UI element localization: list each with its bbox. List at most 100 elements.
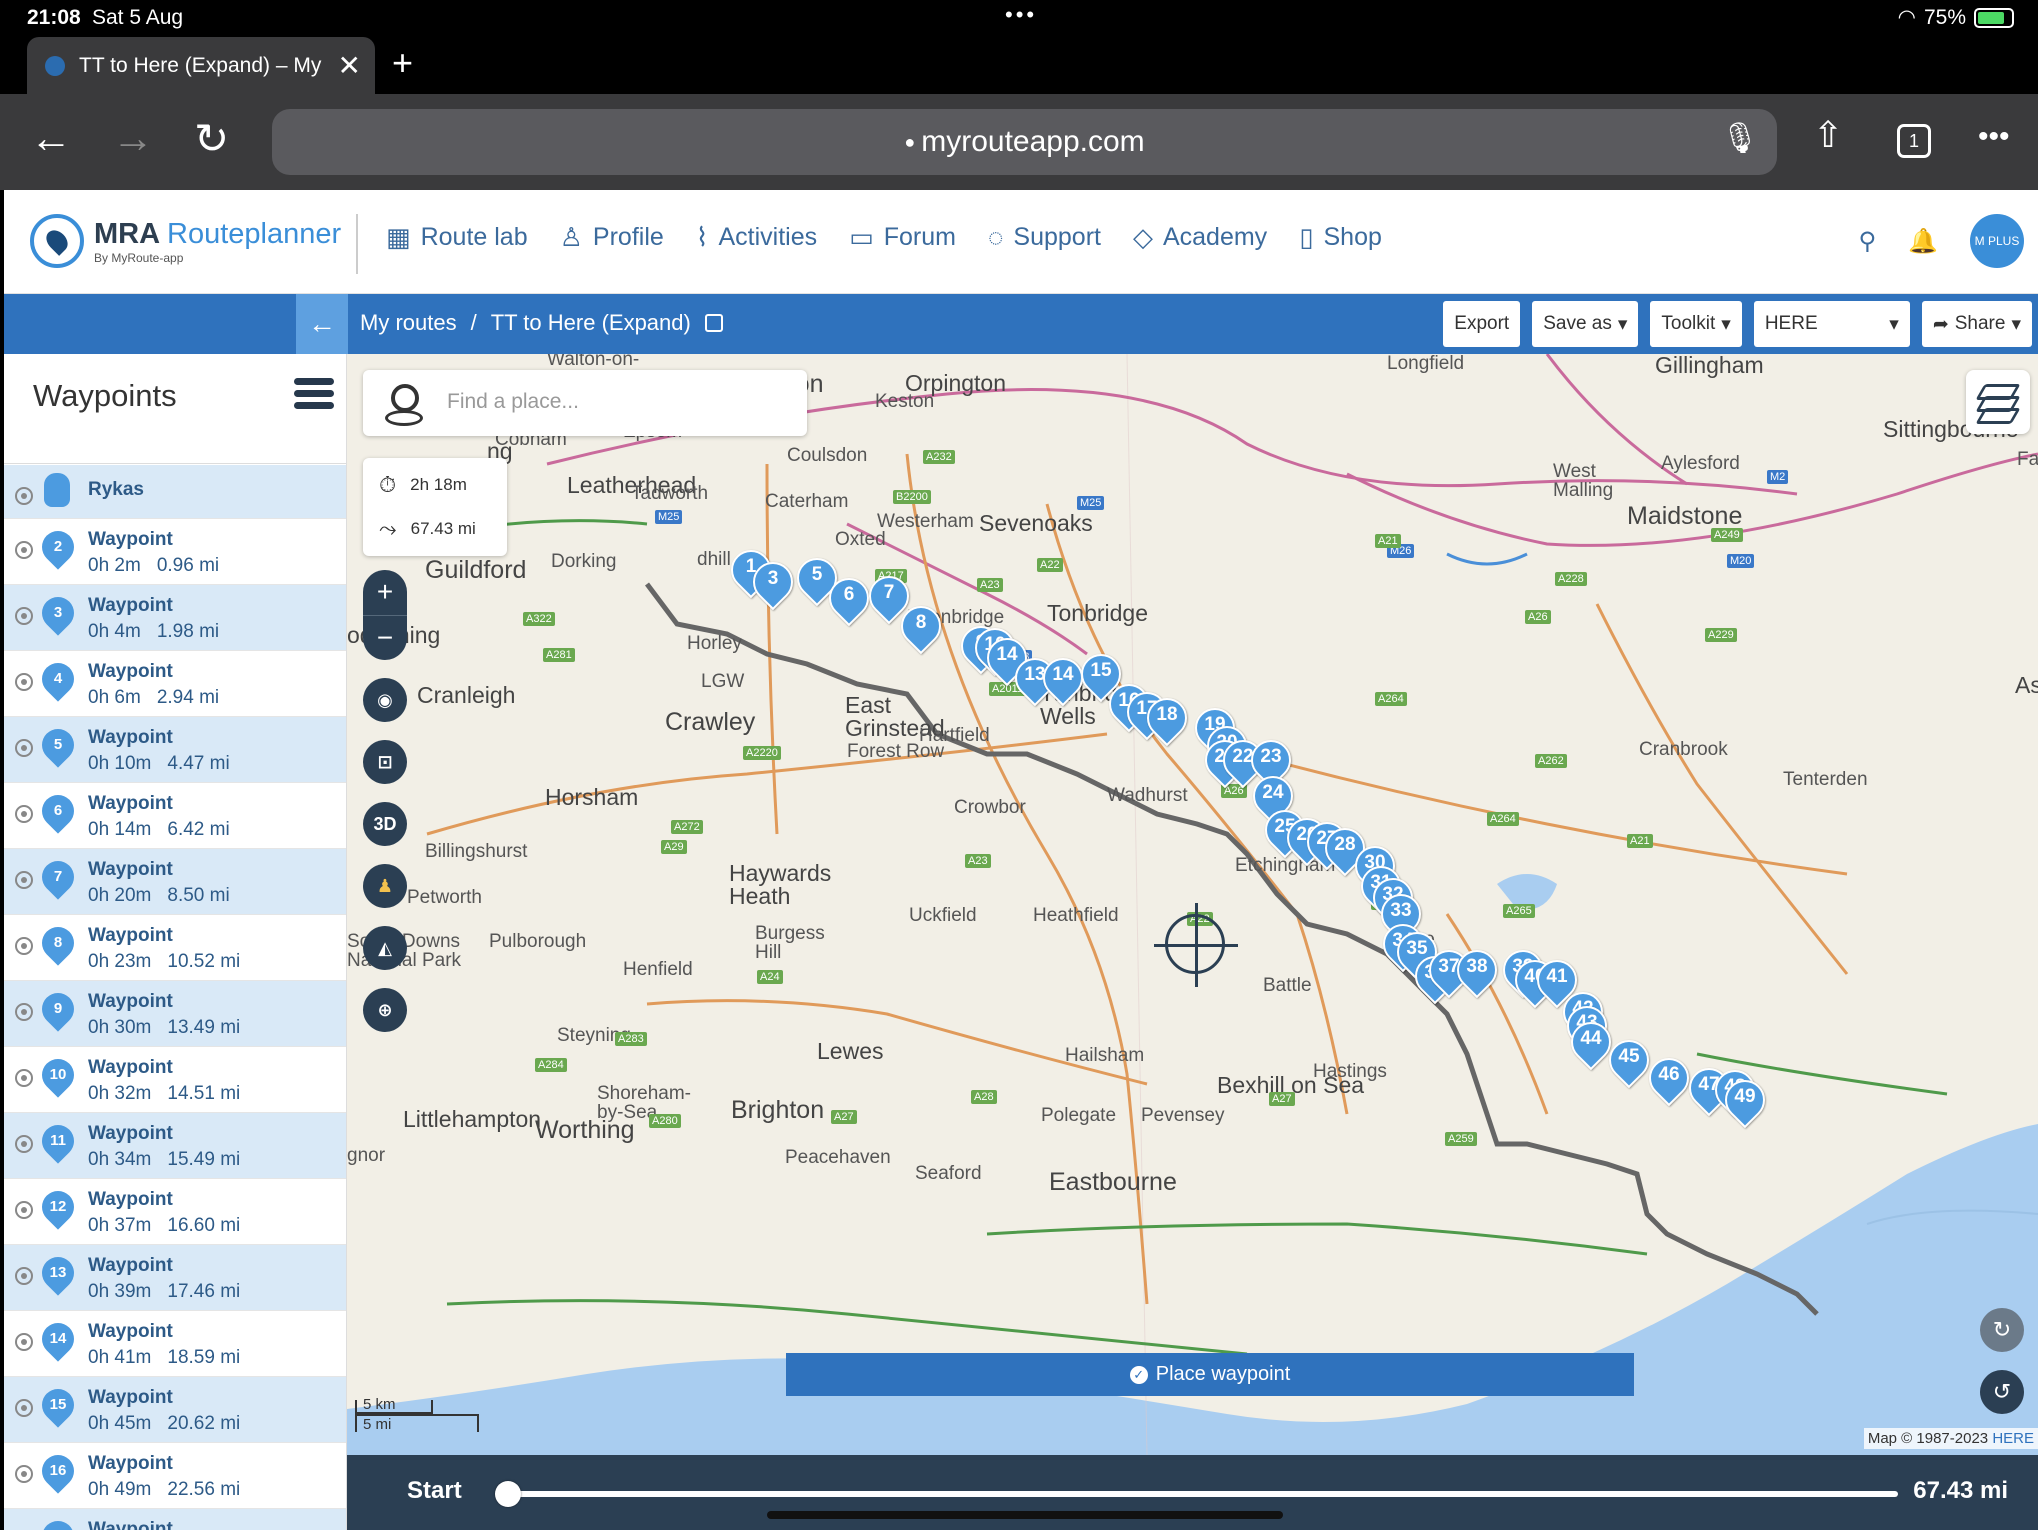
- back-arrow-icon[interactable]: ←: [30, 114, 72, 162]
- new-tab-button[interactable]: +: [392, 42, 413, 84]
- waypoint-row-start[interactable]: Rykas: [4, 465, 346, 519]
- route-waypoint-pin[interactable]: 14: [1034, 649, 1092, 707]
- drag-handle-icon[interactable]: [15, 487, 33, 505]
- forward-arrow-icon[interactable]: →: [112, 114, 154, 162]
- drag-handle-icon[interactable]: [15, 1333, 33, 1351]
- menu-icon[interactable]: [294, 378, 334, 414]
- reset-rotation-button[interactable]: ↺: [1980, 1370, 2024, 1414]
- nav-activities[interactable]: ⌇ Activities: [696, 222, 817, 253]
- waypoint-row[interactable]: 11 Waypoint 0h 34m 15.49 mi: [4, 1113, 346, 1179]
- waypoint-row[interactable]: 17 Waypoint: [4, 1509, 346, 1530]
- drag-handle-icon[interactable]: [15, 1465, 33, 1483]
- close-tab-icon[interactable]: ✕: [338, 49, 361, 82]
- route-waypoint-pin[interactable]: 49: [1716, 1071, 1774, 1129]
- copyright-brand[interactable]: HERE: [1992, 1430, 2034, 1447]
- waypoint-row[interactable]: 6 Waypoint 0h 14m 6.42 mi: [4, 783, 346, 849]
- find-place-input[interactable]: Find a place...: [447, 390, 579, 414]
- nav-profile[interactable]: ♙ Profile: [560, 222, 664, 253]
- drag-handle-icon[interactable]: [15, 937, 33, 955]
- elevation-button[interactable]: ◭: [363, 926, 407, 970]
- breadcrumb-my-routes[interactable]: My routes: [360, 310, 457, 336]
- waypoint-row[interactable]: 13 Waypoint 0h 39m 17.46 mi: [4, 1245, 346, 1311]
- route-waypoint-pin[interactable]: 8: [892, 597, 950, 655]
- route-waypoint-pin[interactable]: 23: [1242, 731, 1300, 789]
- street-view-button[interactable]: ♟: [363, 864, 407, 908]
- microphone-icon[interactable]: 🎙: [1721, 121, 1759, 156]
- waypoint-row[interactable]: 7 Waypoint 0h 20m 8.50 mi: [4, 849, 346, 915]
- 3d-button[interactable]: 3D: [363, 802, 407, 846]
- share-icon[interactable]: ⇧: [1813, 114, 1843, 156]
- search-icon[interactable]: ⚲: [1859, 227, 1877, 256]
- map-canvas[interactable]: Walton-on-CroydonOrpingtonSuttonKestonEp…: [347, 354, 2038, 1455]
- layers-button[interactable]: [1966, 370, 2030, 434]
- route-waypoint-pin[interactable]: 18: [1138, 689, 1196, 747]
- nav-academy[interactable]: ◇ Academy: [1133, 222, 1267, 253]
- waypoint-meta: 0h 10m 4.47 mi: [88, 753, 230, 775]
- bell-icon[interactable]: 🔔: [1908, 227, 1938, 256]
- drag-handle-icon[interactable]: [15, 1267, 33, 1285]
- drag-handle-icon[interactable]: [15, 871, 33, 889]
- drag-handle-icon[interactable]: [15, 739, 33, 757]
- zoom-in-button[interactable]: +: [363, 570, 407, 615]
- find-place-box[interactable]: Find a place...: [363, 370, 807, 436]
- edit-icon[interactable]: [704, 314, 723, 332]
- waypoint-row[interactable]: 15 Waypoint 0h 45m 20.62 mi: [4, 1377, 346, 1443]
- waypoint-row[interactable]: 12 Waypoint 0h 37m 16.60 mi: [4, 1179, 346, 1245]
- locate-button[interactable]: ⊕: [363, 988, 407, 1032]
- add-poi-button[interactable]: ◉: [363, 678, 407, 722]
- waypoint-row[interactable]: 2 Waypoint 0h 2m 0.96 mi: [4, 519, 346, 585]
- waypoint-meta: 0h 6m 2.94 mi: [88, 687, 219, 709]
- waypoint-row[interactable]: 3 Waypoint 0h 4m 1.98 mi: [4, 585, 346, 651]
- browser-tab[interactable]: TT to Here (Expand) – My ✕: [27, 37, 375, 94]
- drag-handle-icon[interactable]: [15, 673, 33, 691]
- save-as-button[interactable]: Save as ▾: [1532, 301, 1639, 347]
- caret-down-icon: ▾: [2011, 313, 2021, 335]
- pegman-icon: ♟: [376, 875, 394, 896]
- export-button[interactable]: Export: [1443, 301, 1521, 347]
- route-waypoint-pin[interactable]: 38: [1448, 941, 1506, 999]
- waypoint-row[interactable]: 9 Waypoint 0h 30m 13.49 mi: [4, 981, 346, 1047]
- drag-handle-icon[interactable]: [15, 1003, 33, 1021]
- drag-handle-icon[interactable]: [15, 541, 33, 559]
- progress-slider-handle[interactable]: [495, 1481, 521, 1507]
- waypoint-row[interactable]: 4 Waypoint 0h 6m 2.94 mi: [4, 651, 346, 717]
- route-waypoint-pin[interactable]: 3: [744, 553, 802, 611]
- drag-handle-icon[interactable]: [15, 1135, 33, 1153]
- lock-button[interactable]: ⊡: [363, 740, 407, 784]
- drag-handle-icon[interactable]: [15, 805, 33, 823]
- recalculate-button[interactable]: ↻: [1980, 1308, 2024, 1352]
- more-icon[interactable]: •••: [1978, 120, 2010, 154]
- place-waypoint-button[interactable]: ✓ Place waypoint: [786, 1353, 1634, 1396]
- route-waypoint-pin[interactable]: 45: [1600, 1031, 1658, 1089]
- provider-select[interactable]: HERE ▾: [1753, 301, 1910, 347]
- route-waypoint-pin[interactable]: 44: [1562, 1013, 1620, 1071]
- collapse-sidebar-button[interactable]: ←: [296, 294, 348, 354]
- drag-handle-icon[interactable]: [15, 1201, 33, 1219]
- mra-logo[interactable]: MRA Routeplanner By MyRoute-app: [30, 214, 341, 268]
- avatar[interactable]: M PLUS: [1970, 214, 2024, 268]
- nav-forum[interactable]: ▭ Forum: [849, 222, 956, 253]
- waypoint-row[interactable]: 10 Waypoint 0h 32m 14.51 mi: [4, 1047, 346, 1113]
- multitask-dots-icon[interactable]: •••: [1005, 2, 1037, 28]
- toolkit-button[interactable]: Toolkit ▾: [1650, 301, 1742, 347]
- zoom-out-button[interactable]: −: [363, 615, 407, 660]
- waypoint-row[interactable]: 14 Waypoint 0h 41m 18.59 mi: [4, 1311, 346, 1377]
- start-hand-icon: [44, 473, 70, 507]
- drag-handle-icon[interactable]: [15, 1399, 33, 1417]
- reload-icon[interactable]: ↻: [194, 114, 229, 163]
- waypoint-row[interactable]: 16 Waypoint 0h 49m 22.56 mi: [4, 1443, 346, 1509]
- address-bar[interactable]: ● myrouteapp.com 🎙: [272, 109, 1777, 175]
- waypoint-row[interactable]: 5 Waypoint 0h 10m 4.47 mi: [4, 717, 346, 783]
- waypoint-row[interactable]: 8 Waypoint 0h 23m 10.52 mi: [4, 915, 346, 981]
- route-waypoint-pin[interactable]: 6: [820, 569, 878, 627]
- progress-track[interactable]: [503, 1491, 1898, 1497]
- tab-count-button[interactable]: 1: [1897, 124, 1931, 158]
- nav-shop[interactable]: ▯ Shop: [1299, 222, 1382, 253]
- nav-support[interactable]: ◌ Support: [988, 222, 1101, 253]
- route-waypoint-pin[interactable]: 46: [1640, 1049, 1698, 1107]
- zoom-control: + −: [363, 570, 407, 660]
- drag-handle-icon[interactable]: [15, 1069, 33, 1087]
- nav-route-lab[interactable]: ▦ Route lab: [386, 222, 528, 253]
- share-button[interactable]: ➦ Share ▾: [1921, 301, 2032, 347]
- drag-handle-icon[interactable]: [15, 607, 33, 625]
